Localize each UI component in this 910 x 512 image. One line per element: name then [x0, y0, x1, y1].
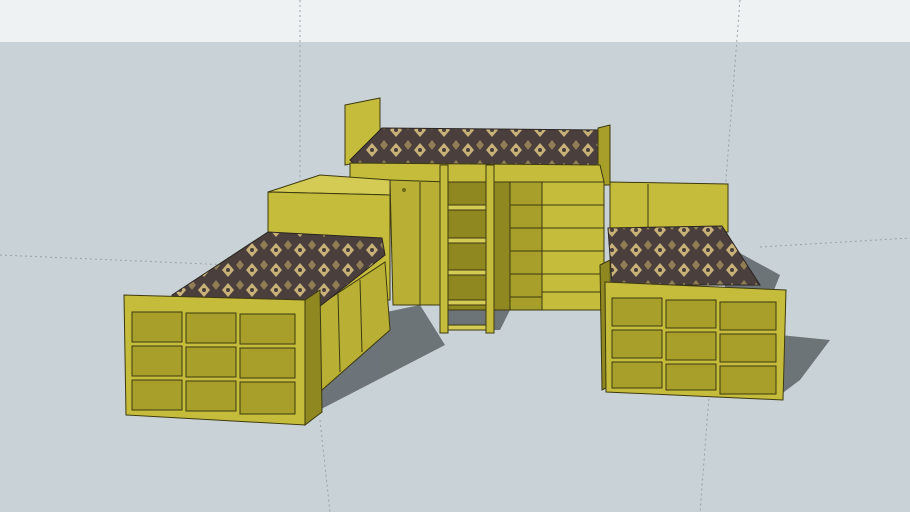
sky	[0, 0, 910, 42]
drawer-chest	[447, 181, 605, 311]
scene-canvas	[0, 0, 910, 512]
right-cabinet	[609, 181, 729, 233]
